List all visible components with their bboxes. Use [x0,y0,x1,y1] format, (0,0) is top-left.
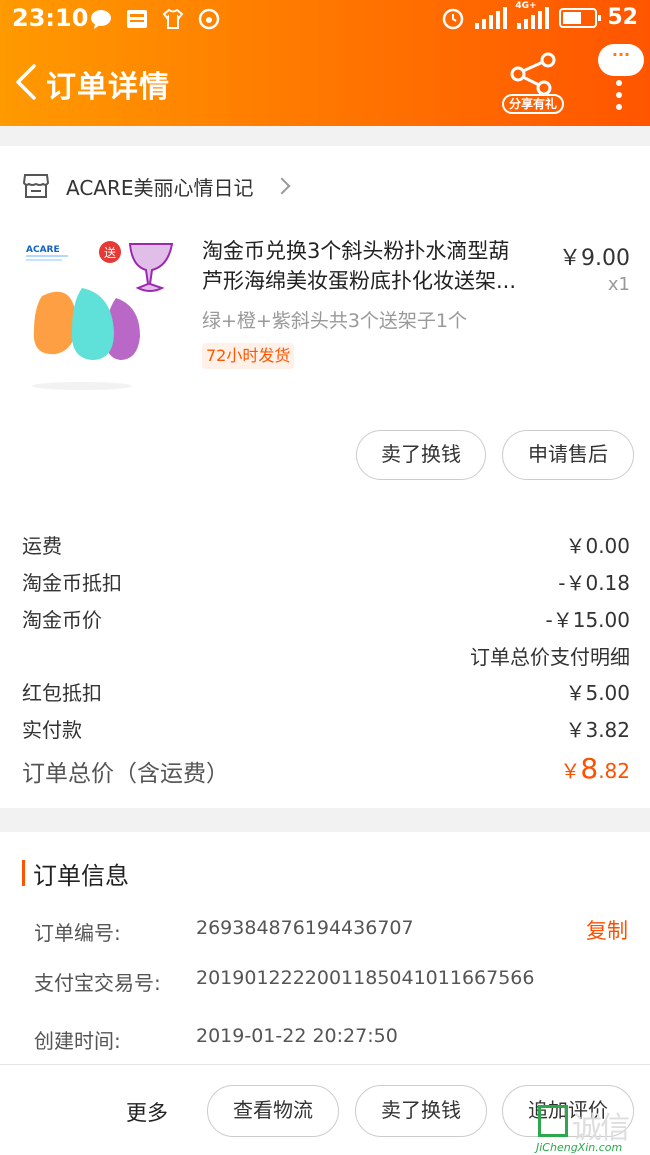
sponge-product-picture: ACARE 送 [26,241,174,390]
share-button[interactable]: 分享有礼 [500,52,566,116]
fee-row-coin-deduct: 淘金币抵扣 -￥0.18 [22,567,630,597]
more-actions-button[interactable]: 更多 [126,1097,168,1127]
brand-logo: ACARE [26,245,60,255]
status-right: 4G+ 52 [441,1,638,30]
fee-row-coin-price: 淘金币价 -￥15.00 [22,604,630,634]
message-bubble-icon: ··· [598,44,644,76]
product-title-line2: 芦形海绵美妆蛋粉底扑化妆送架... [202,269,517,293]
store-icon [22,174,50,198]
watermark-url: JiChengXin.com [536,1141,623,1154]
signal-4g-icon: 4G+ [515,1,550,29]
currency-symbol: ￥ [560,759,581,783]
fee-row-shipping: 运费 ￥0.00 [22,530,630,560]
product-price: ￥9.00 [559,246,630,271]
order-total-value: ￥8.82 [560,752,630,785]
view-logistics-button[interactable]: 查看物流 [207,1085,339,1137]
fee-row-red-packet: 红包抵扣 ￥5.00 [22,677,630,707]
network-type: 4G+ [515,0,537,11]
total-decimal: .82 [598,759,630,783]
fee-label: 红包抵扣 [22,681,102,705]
shop-name: ACARE美丽心情日记 [66,175,254,200]
after-sale-button[interactable]: 申请售后 [502,430,634,480]
more-dots-icon [616,80,624,116]
fee-label: 淘金币价 [22,608,102,632]
fee-value: -￥15.00 [545,608,630,632]
sell-for-cash-bottom-button[interactable]: 卖了换钱 [355,1085,487,1137]
fee-value: ￥5.00 [565,681,630,705]
product-quantity: x1 [607,274,630,295]
order-total-label: 订单总价（含运费） [22,761,229,787]
news-icon [127,10,147,28]
product-sku: 绿+橙+紫斜头共3个送架子1个 [202,310,468,332]
status-time: 23:10 [12,4,89,32]
share-label: 分享有礼 [502,94,564,114]
back-arrow-icon[interactable] [12,62,40,102]
total-integer: 8 [580,752,599,785]
accent-bar [22,860,25,886]
watermark-logo-icon [538,1105,568,1137]
weibo-icon [198,8,220,30]
shop-link[interactable]: ACARE美丽心情日记 [22,168,291,204]
sell-for-cash-button[interactable]: 卖了换钱 [356,430,486,480]
battery-level: 52 [607,5,638,30]
status-bar: 23:10 4G+ 52 [0,0,650,40]
share-nodes-icon [510,52,556,96]
fee-value: ￥3.82 [565,718,630,742]
app-header: 23:10 4G+ 52 订单详情 分享有礼 ··· [0,0,650,126]
product-title[interactable]: 淘金币兑换3个斜头粉扑水滴型葫 芦形海绵美妆蛋粉底扑化妆送架... [202,236,552,296]
notification-icons [90,8,220,30]
battery-icon [559,7,602,28]
tshirt-icon [162,8,184,29]
shipping-tag: 72小时发货 [202,343,295,369]
fee-label: 实付款 [22,718,82,742]
site-watermark: 诚信 JiChengXin.com [534,1103,650,1155]
product-title-line1: 淘金币兑换3个斜头粉扑水滴型葫 [202,239,510,263]
order-info-heading: 订单信息 [22,858,129,890]
chat-bubble-icon [91,10,111,29]
order-total-row: 订单总价（含运费） ￥8.82 [22,752,630,792]
alarm-icon [443,8,464,29]
nav-bar: 订单详情 分享有礼 ··· [0,40,650,126]
product-image[interactable]: ACARE 送 [22,236,182,401]
info-label: 创建时间: [34,1029,121,1053]
chevron-right-icon [273,177,291,195]
fee-value: -￥0.18 [558,571,630,595]
info-label: 订单编号: [34,921,121,945]
page-title: 订单详情 [46,70,170,105]
create-time: 2019-01-22 20:27:50 [196,1025,398,1047]
order-product-card: ACARE美丽心情日记 ACARE 送 淘金币兑换3个斜头粉扑水滴型葫 芦形海绵… [0,146,650,808]
more-menu-button[interactable]: ··· [598,44,644,110]
alipay-trade-number: 2019012222001185041011667566 [196,967,535,989]
gift-badge: 送 [104,245,116,260]
fee-value: ￥0.00 [565,534,630,558]
fee-row-paid: 实付款 ￥3.82 [22,714,630,744]
info-label: 支付宝交易号: [34,971,161,995]
signal-icon [475,6,508,29]
copy-button[interactable]: 复制 [586,915,628,945]
fee-label: 淘金币抵扣 [22,571,122,595]
order-number: 269384876194436707 [196,917,414,939]
fee-label: 运费 [22,534,62,558]
section-title: 订单信息 [33,861,129,890]
payment-detail-link[interactable]: 订单总价支付明细 [470,641,630,670]
